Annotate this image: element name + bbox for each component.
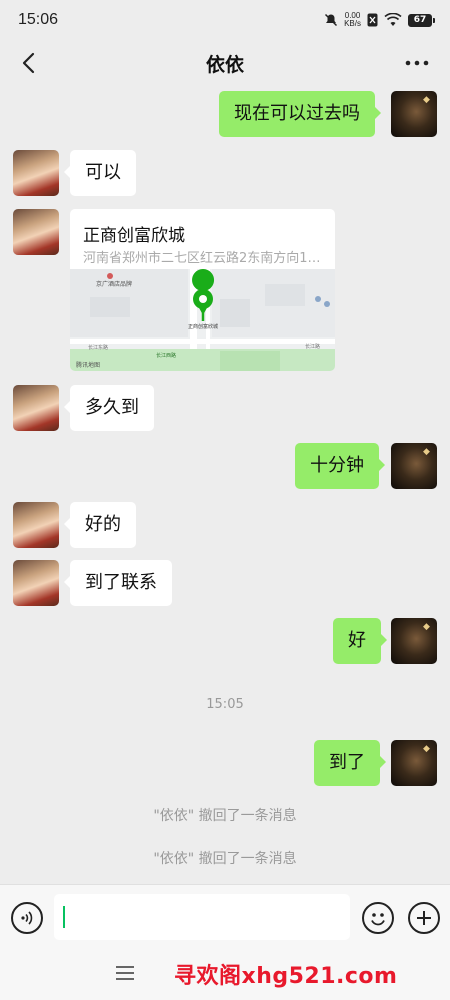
voice-icon	[21, 911, 33, 925]
plus-icon	[417, 911, 431, 925]
status-time: 15:06	[18, 11, 59, 28]
input-bar	[0, 884, 450, 950]
map-attribution: 腾讯地图	[76, 362, 101, 369]
contact-avatar[interactable]	[13, 209, 59, 255]
avatar-decoration: ◆	[423, 622, 430, 632]
message-bubble-incoming[interactable]: 可以	[64, 150, 136, 196]
contact-avatar[interactable]	[13, 385, 59, 431]
location-name: 正商创富欣城	[83, 226, 185, 246]
time-divider: 15:05	[206, 697, 244, 712]
contact-avatar[interactable]	[13, 502, 59, 548]
avatar-decoration: ◆	[423, 744, 430, 754]
net-speed: 0.00 KB/s	[344, 12, 361, 28]
location-address: 河南省郑州市二七区红云路2东南方向1…	[83, 251, 321, 266]
my-avatar[interactable]: ◆	[391, 618, 437, 664]
menu-icon[interactable]	[116, 966, 134, 982]
map-poi-label: 京广酒店品牌	[96, 281, 133, 288]
sim-icon	[367, 13, 378, 27]
message-bubble-incoming[interactable]: 到了联系	[64, 560, 172, 606]
message-bubble-outgoing[interactable]: 好	[333, 618, 387, 664]
net-speed-unit: KB/s	[344, 19, 361, 28]
contact-avatar[interactable]	[13, 560, 59, 606]
plus-button[interactable]	[408, 902, 440, 934]
nav-bar: 寻欢阁xhg521.com	[0, 950, 450, 1000]
recall-notice: "依依" 撤回了一条消息	[153, 808, 297, 824]
status-bar: 15:06 0.00 KB/s 67	[0, 0, 450, 40]
location-map-thumbnail: 京广酒店品牌 正商创富欣城 长江东路 长江路 长江西路 腾讯地图	[70, 269, 335, 371]
wifi-icon	[384, 13, 402, 26]
contact-avatar[interactable]	[13, 150, 59, 196]
my-avatar[interactable]: ◆	[391, 443, 437, 489]
emoji-button[interactable]	[362, 902, 394, 934]
my-avatar[interactable]: ◆	[391, 91, 437, 137]
status-icons: 0.00 KB/s 67	[324, 12, 435, 28]
text-caret	[63, 906, 65, 928]
chat-header: 依依	[0, 40, 450, 86]
map-road-label: 长江东路	[88, 345, 109, 351]
message-bubble-outgoing[interactable]: 十分钟	[295, 443, 385, 489]
message-bubble-incoming[interactable]: 好的	[64, 502, 136, 548]
message-bubble-outgoing[interactable]: 现在可以过去吗	[219, 91, 381, 137]
emoji-icon	[371, 913, 385, 926]
recall-notice: "依依" 撤回了一条消息	[153, 851, 297, 867]
chevron-left-icon	[22, 52, 35, 74]
message-input[interactable]	[54, 894, 350, 940]
avatar-decoration: ◆	[423, 95, 430, 105]
back-button[interactable]	[14, 48, 44, 78]
location-card[interactable]: 正商创富欣城 河南省郑州市二七区红云路2东南方向1… 京广酒店品牌 正商创富欣城	[70, 209, 335, 371]
more-dots-icon	[405, 60, 429, 66]
more-button[interactable]	[402, 48, 432, 78]
watermark: 寻欢阁xhg521.com	[174, 964, 398, 989]
message-bubble-outgoing[interactable]: 到了	[314, 740, 386, 786]
map-poi-label: 长江西路	[156, 353, 177, 359]
avatar-decoration: ◆	[423, 447, 430, 457]
map-road-label: 长江路	[305, 344, 321, 350]
chat-title: 依依	[205, 53, 244, 76]
map-poi-label: 正商创富欣城	[188, 324, 219, 330]
mute-bell-icon	[325, 13, 338, 27]
my-avatar[interactable]: ◆	[391, 740, 437, 786]
voice-button[interactable]	[11, 902, 43, 934]
battery-indicator: 67	[408, 13, 435, 27]
message-bubble-incoming[interactable]: 多久到	[64, 385, 154, 431]
